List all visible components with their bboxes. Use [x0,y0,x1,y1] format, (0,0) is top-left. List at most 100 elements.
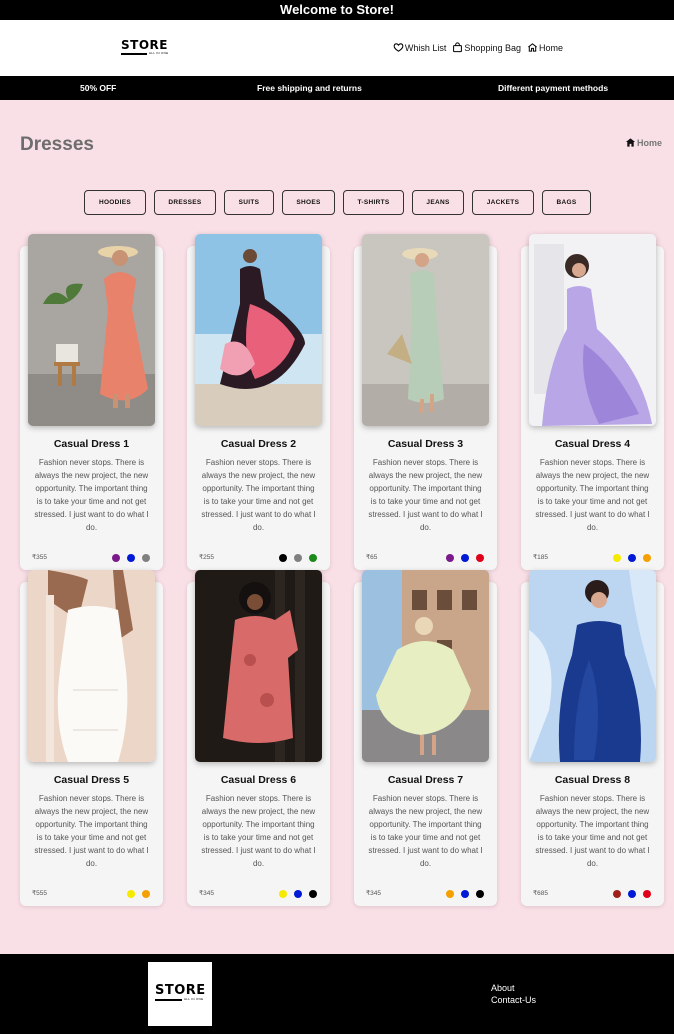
color-swatch[interactable] [279,554,287,562]
navbar: STORE ALL IN ONE Whish List Shopping Bag… [0,20,674,76]
breadcrumb-home[interactable]: Home [625,137,662,148]
category-suits-button[interactable]: SUITS [224,190,274,215]
color-swatch[interactable] [446,554,454,562]
category-dresses-button[interactable]: DRESSES [154,190,216,215]
product-card[interactable]: Casual Dress 1 Fashion never stops. Ther… [20,234,163,570]
color-swatches [279,554,317,562]
breadcrumb-label: Home [636,137,662,148]
color-swatches [279,890,317,898]
color-swatch[interactable] [628,890,636,898]
product-description: Fashion never stops. There is always the… [535,794,650,868]
color-swatch[interactable] [279,890,287,898]
product-description: Fashion never stops. There is always the… [34,458,149,532]
color-swatches [613,554,651,562]
color-swatch[interactable] [446,890,454,898]
color-swatches [446,554,484,562]
category-shoes-button[interactable]: SHOES [282,190,335,215]
product-image[interactable] [362,234,489,426]
product-name[interactable]: Casual Dress 6 [187,774,330,786]
color-swatch[interactable] [142,554,150,562]
product-card[interactable]: Casual Dress 4 Fashion never stops. Ther… [521,234,664,570]
color-swatch[interactable] [643,890,651,898]
category-tshirts-button[interactable]: T-SHIRTS [343,190,404,215]
product-image[interactable] [195,234,322,426]
product-image[interactable] [362,570,489,762]
product-price: ₹685 [533,890,548,897]
product-image[interactable] [28,234,155,426]
category-jeans-button[interactable]: JEANS [412,190,464,215]
product-price: ₹185 [533,554,548,561]
category-bags-button[interactable]: BAGS [542,190,591,215]
nav-home[interactable]: Home [527,42,563,53]
color-swatch[interactable] [294,554,302,562]
footer: STORE ALL IN ONE About Contact-Us [0,954,674,1034]
category-hoodies-button[interactable]: HOODIES [84,190,146,215]
logo-tagline: ALL IN ONE [184,997,204,1001]
page-title: Dresses [20,134,94,155]
color-swatch[interactable] [127,554,135,562]
store-logo[interactable]: STORE ALL IN ONE [121,39,168,55]
promo-discount: 50% OFF [80,83,117,93]
product-name[interactable]: Casual Dress 8 [521,774,664,786]
product-price: ₹65 [366,554,378,561]
home-icon [625,138,636,147]
logo-wordmark: STORE [121,38,168,52]
category-jackets-button[interactable]: JACKETS [472,190,534,215]
product-image[interactable] [529,234,656,426]
product-card[interactable]: Casual Dress 8 Fashion never stops. Ther… [521,570,664,906]
nav-wishlist[interactable]: Whish List [393,42,446,53]
promo-shipping: Free shipping and returns [257,83,362,93]
product-name[interactable]: Casual Dress 7 [354,774,497,786]
color-swatch[interactable] [613,890,621,898]
nav-links: Whish List Shopping Bag Home [393,42,563,53]
product-name[interactable]: Casual Dress 1 [20,438,163,450]
color-swatch[interactable] [613,554,621,562]
store-logo: STORE ALL IN ONE [155,984,206,1001]
color-swatch[interactable] [628,554,636,562]
product-image[interactable] [195,570,322,762]
product-price: ₹555 [32,890,47,897]
logo-wordmark: STORE [155,983,206,998]
footer-logo-box[interactable]: STORE ALL IN ONE [148,962,212,1026]
color-swatch[interactable] [127,890,135,898]
promo-payment: Different payment methods [498,83,609,93]
logo-tagline: ALL IN ONE [149,51,169,55]
welcome-bar: Welcome to Store! [0,0,674,20]
footer-link-about[interactable]: About [491,982,536,994]
color-swatch[interactable] [643,554,651,562]
footer-link-contact[interactable]: Contact-Us [491,994,536,1006]
product-card[interactable]: Casual Dress 2 Fashion never stops. Ther… [187,234,330,570]
color-swatch[interactable] [142,890,150,898]
product-card[interactable]: Casual Dress 3 Fashion never stops. Ther… [354,234,497,570]
color-swatch[interactable] [309,554,317,562]
color-swatch[interactable] [461,554,469,562]
product-card[interactable]: Casual Dress 5 Fashion never stops. Ther… [20,570,163,906]
product-card[interactable]: Casual Dress 6 Fashion never stops. Ther… [187,570,330,906]
product-description: Fashion never stops. There is always the… [201,458,316,532]
color-swatch[interactable] [309,890,317,898]
product-description: Fashion never stops. There is always the… [368,458,483,532]
color-swatches [613,890,651,898]
product-price: ₹345 [366,890,381,897]
product-name[interactable]: Casual Dress 4 [521,438,664,450]
product-image[interactable] [529,570,656,762]
product-card[interactable]: Casual Dress 7 Fashion never stops. Ther… [354,570,497,906]
shopping-bag-icon [453,42,463,53]
color-swatch[interactable] [294,890,302,898]
nav-home-label: Home [538,42,563,53]
product-name[interactable]: Casual Dress 2 [187,438,330,450]
product-name[interactable]: Casual Dress 3 [354,438,497,450]
color-swatch[interactable] [476,554,484,562]
category-filter: HOODIES DRESSES SUITS SHOES T-SHIRTS JEA… [84,190,591,215]
color-swatch[interactable] [476,890,484,898]
color-swatches [127,890,150,898]
product-price: ₹355 [32,554,47,561]
product-image[interactable] [28,570,155,762]
product-name[interactable]: Casual Dress 5 [20,774,163,786]
color-swatch[interactable] [112,554,120,562]
color-swatch[interactable] [461,890,469,898]
product-price: ₹255 [199,554,214,561]
nav-shopping-bag[interactable]: Shopping Bag [452,42,521,53]
nav-bag-label: Shopping Bag [464,42,521,53]
heart-icon [393,43,404,52]
